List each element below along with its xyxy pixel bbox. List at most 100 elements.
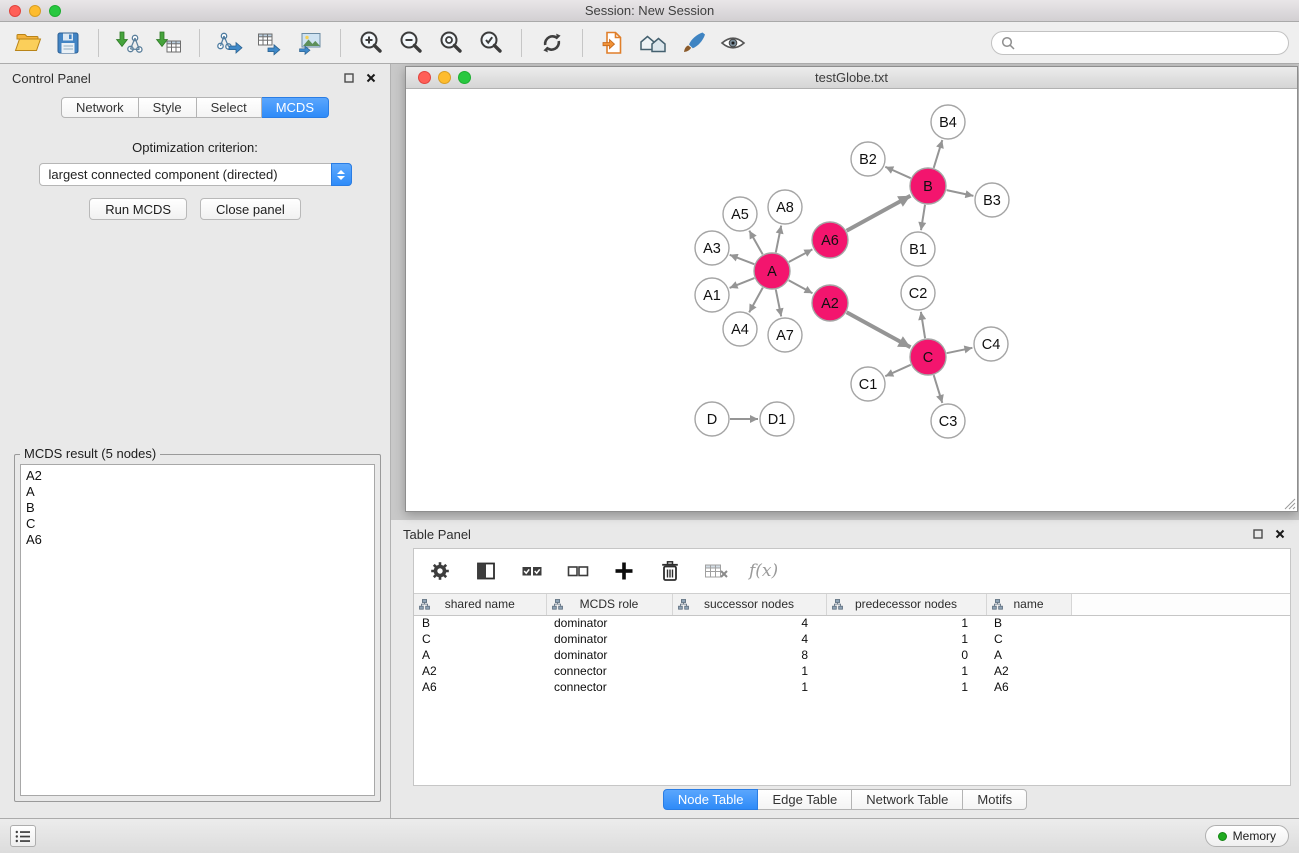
gear-icon[interactable] — [427, 558, 453, 584]
search-input[interactable] — [1020, 35, 1279, 50]
graph-edge-C-C2[interactable] — [921, 312, 925, 338]
zoom-out-icon[interactable] — [393, 27, 429, 59]
column-selector-icon[interactable] — [473, 558, 499, 584]
graph-edge-A-A1[interactable] — [730, 278, 755, 288]
table-row[interactable]: Bdominator41B — [414, 615, 1290, 631]
export-table-icon[interactable] — [252, 27, 288, 59]
tab-edge-table[interactable]: Edge Table — [758, 789, 852, 810]
graph-edge-A-A7[interactable] — [776, 290, 781, 317]
deselect-all-icon[interactable] — [565, 558, 591, 584]
delete-table-icon[interactable] — [703, 558, 729, 584]
graph-edge-C-C3[interactable] — [934, 375, 943, 403]
graph-node-D[interactable]: D — [695, 402, 729, 436]
graph-node-A8[interactable]: A8 — [768, 190, 802, 224]
close-panel-button[interactable]: Close panel — [200, 198, 301, 220]
resize-grip-icon[interactable] — [1284, 498, 1296, 510]
graph-edge-B-B3[interactable] — [947, 190, 974, 196]
graph-edge-C-C1[interactable] — [885, 365, 910, 376]
add-column-icon[interactable] — [611, 558, 637, 584]
graph-node-C3[interactable]: C3 — [931, 404, 965, 438]
float-panel-icon[interactable] — [344, 73, 354, 83]
graph-edge-A-A8[interactable] — [776, 226, 781, 253]
memory-button[interactable]: Memory — [1205, 825, 1289, 847]
tab-node-table[interactable]: Node Table — [663, 789, 759, 810]
import-network-icon[interactable] — [111, 27, 147, 59]
result-item[interactable]: B — [26, 500, 369, 516]
graph-edge-A-A5[interactable] — [749, 231, 762, 255]
select-all-icon[interactable] — [519, 558, 545, 584]
graph-edge-A6-B[interactable] — [847, 196, 911, 231]
graph-node-A5[interactable]: A5 — [723, 197, 757, 231]
table-row[interactable]: A6connector11A6 — [414, 679, 1290, 695]
graph-node-B2[interactable]: B2 — [851, 142, 885, 176]
graph-node-A3[interactable]: A3 — [695, 231, 729, 265]
network-close-icon[interactable] — [418, 71, 431, 84]
graph-edge-C-C4[interactable] — [947, 348, 973, 353]
close-window-icon[interactable] — [9, 5, 21, 17]
column-header-successor-nodes[interactable]: successor nodes — [672, 594, 826, 615]
graph-edge-A-A3[interactable] — [730, 255, 755, 264]
tab-select[interactable]: Select — [197, 97, 262, 118]
run-mcds-button[interactable]: Run MCDS — [89, 198, 187, 220]
apply-layout-icon[interactable] — [534, 27, 570, 59]
graph-edge-A-A4[interactable] — [749, 288, 763, 313]
table-row[interactable]: Cdominator41C — [414, 631, 1290, 647]
paintbrush-icon[interactable] — [675, 27, 711, 59]
graph-node-C4[interactable]: C4 — [974, 327, 1008, 361]
graph-node-A1[interactable]: A1 — [695, 278, 729, 312]
copy-document-icon[interactable] — [595, 27, 631, 59]
minimize-window-icon[interactable] — [29, 5, 41, 17]
tab-network[interactable]: Network — [61, 97, 139, 118]
tab-mcds[interactable]: MCDS — [262, 97, 329, 118]
graph-node-B1[interactable]: B1 — [901, 232, 935, 266]
column-header-name[interactable]: name — [986, 594, 1071, 615]
graph-node-B3[interactable]: B3 — [975, 183, 1009, 217]
result-item[interactable]: A — [26, 484, 369, 500]
criterion-dropdown[interactable]: largest connected component (directed) — [39, 163, 352, 186]
zoom-window-icon[interactable] — [49, 5, 61, 17]
graph-node-A6[interactable]: A6 — [812, 222, 848, 258]
graph-node-A[interactable]: A — [754, 253, 790, 289]
zoom-fit-icon[interactable] — [433, 27, 469, 59]
export-network-icon[interactable] — [212, 27, 248, 59]
graph-edge-B-B4[interactable] — [934, 140, 943, 168]
table-row[interactable]: Adominator80A — [414, 647, 1290, 663]
graph-node-A4[interactable]: A4 — [723, 312, 757, 346]
network-window-titlebar[interactable]: testGlobe.txt — [406, 67, 1297, 89]
graph-node-C2[interactable]: C2 — [901, 276, 935, 310]
result-item[interactable]: A2 — [26, 468, 369, 484]
result-item[interactable]: C — [26, 516, 369, 532]
graph-edge-A2-C[interactable] — [847, 312, 911, 347]
eye-icon[interactable] — [715, 27, 751, 59]
graph-node-A2[interactable]: A2 — [812, 285, 848, 321]
save-session-icon[interactable] — [50, 27, 86, 59]
float-table-panel-icon[interactable] — [1253, 529, 1263, 539]
network-minimize-icon[interactable] — [438, 71, 451, 84]
graph-edge-B-B2[interactable] — [885, 167, 910, 178]
column-header-predecessor-nodes[interactable]: predecessor nodes — [826, 594, 986, 615]
graph-node-A7[interactable]: A7 — [768, 318, 802, 352]
tab-network-table[interactable]: Network Table — [852, 789, 963, 810]
graph-edge-A-A6[interactable] — [789, 249, 813, 262]
fx-function-button[interactable]: f(x) — [749, 558, 778, 584]
table-row[interactable]: A2connector11A2 — [414, 663, 1290, 679]
tab-style[interactable]: Style — [139, 97, 197, 118]
graph-node-C1[interactable]: C1 — [851, 367, 885, 401]
import-table-icon[interactable] — [151, 27, 187, 59]
close-table-panel-icon[interactable] — [1275, 529, 1285, 539]
graph-edge-B-B1[interactable] — [921, 205, 925, 230]
open-folder-icon[interactable] — [10, 27, 46, 59]
graph-node-D1[interactable]: D1 — [760, 402, 794, 436]
graph-node-B4[interactable]: B4 — [931, 105, 965, 139]
network-zoom-icon[interactable] — [458, 71, 471, 84]
graph-edge-A-A2[interactable] — [789, 280, 813, 293]
zoom-in-icon[interactable] — [353, 27, 389, 59]
tab-motifs[interactable]: Motifs — [963, 789, 1027, 810]
zoom-selected-icon[interactable] — [473, 27, 509, 59]
export-image-icon[interactable] — [292, 27, 328, 59]
graph-node-B[interactable]: B — [910, 168, 946, 204]
panel-list-icon[interactable] — [10, 825, 36, 847]
graph-node-C[interactable]: C — [910, 339, 946, 375]
network-view-canvas[interactable]: B4 B2 B B3 A8 A5 A6 A3 B1 A C2 A1 A2 A4 A7 C4 C C1 D D1 C3 — [406, 89, 1297, 511]
trash-icon[interactable] — [657, 558, 683, 584]
